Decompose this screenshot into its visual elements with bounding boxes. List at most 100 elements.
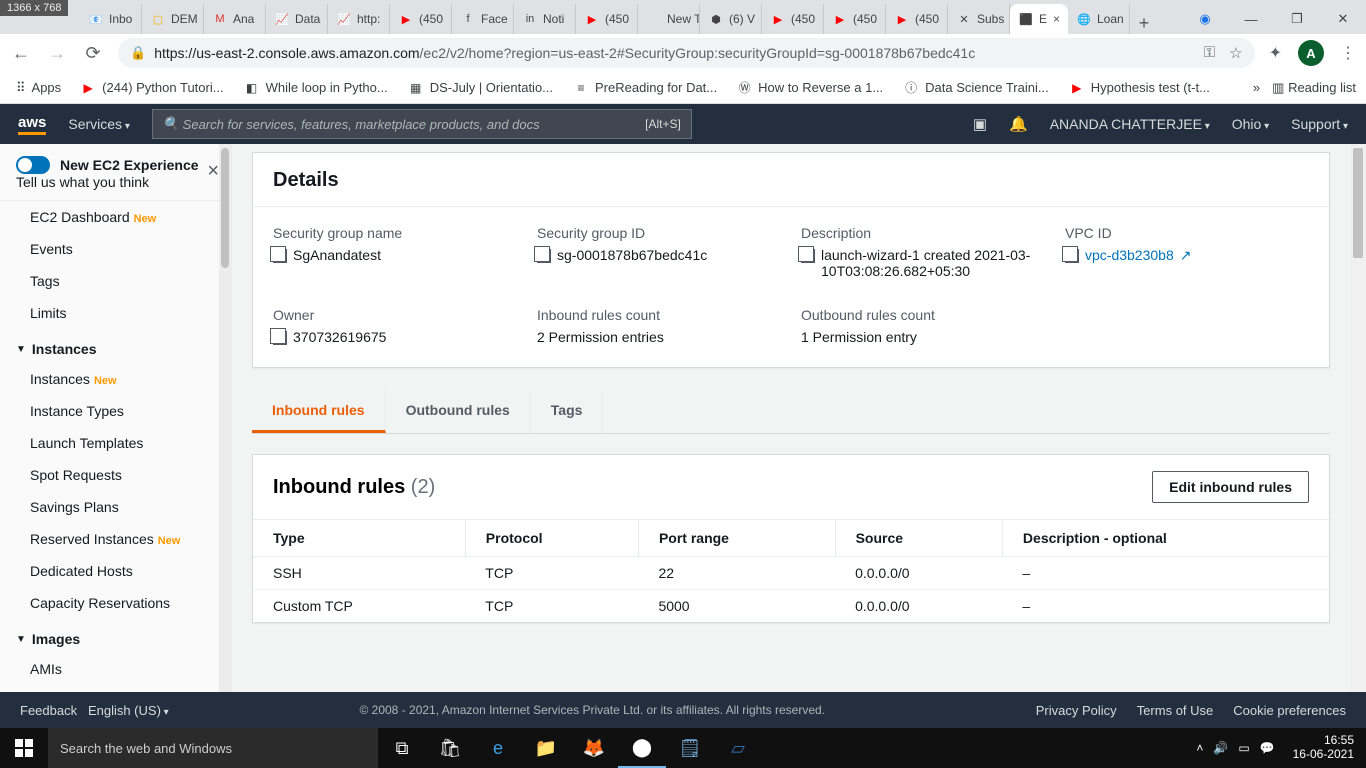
tab-close-icon[interactable]: × — [1053, 12, 1060, 26]
powershell-icon[interactable]: ▱ — [714, 728, 762, 768]
browser-tab[interactable]: ▶(450 — [390, 4, 452, 34]
sidebar-head-images[interactable]: ▼Images — [0, 619, 231, 653]
minimize-button[interactable]: — — [1228, 4, 1274, 34]
extensions-icon[interactable]: ✦ — [1269, 43, 1282, 63]
account-menu[interactable]: ANANDA CHATTERJEE — [1050, 116, 1210, 132]
browser-tab[interactable]: inNoti — [514, 4, 576, 34]
support-menu[interactable]: Support — [1291, 116, 1348, 132]
sidebar-item[interactable]: AMIs — [0, 653, 231, 685]
browser-tab[interactable]: 📈http: — [328, 4, 390, 34]
toggle-pill[interactable] — [16, 156, 50, 174]
sidebar-item[interactable]: Dedicated Hosts — [0, 555, 231, 587]
browser-tab[interactable]: 🌐Loan — [1068, 4, 1130, 34]
sidebar-item[interactable]: InstancesNew — [0, 363, 231, 395]
browser-tab[interactable]: 📈Data — [266, 4, 328, 34]
taskbar-search-input[interactable]: Search the web and Windows — [48, 728, 378, 768]
sidebar-item[interactable]: Spot Requests — [0, 459, 231, 491]
copy-icon[interactable] — [537, 249, 551, 263]
content-scrollbar[interactable] — [1350, 144, 1366, 692]
browser-tab[interactable]: ✕Subs — [948, 4, 1010, 34]
copy-icon[interactable] — [273, 249, 287, 263]
aws-search-input[interactable]: 🔍 Search for services, features, marketp… — [152, 109, 692, 139]
new-experience-toggle[interactable]: New EC2 Experience — [16, 156, 215, 174]
chrome-icon[interactable]: ⬤ — [618, 728, 666, 768]
browser-tab[interactable]: 📧Inbo — [80, 4, 142, 34]
tray-chevron-icon[interactable]: ˄ — [1196, 741, 1203, 755]
privacy-link[interactable]: Privacy Policy — [1036, 703, 1117, 718]
bookmarks-overflow[interactable]: » — [1253, 80, 1260, 95]
record-icon[interactable]: ◉ — [1182, 4, 1228, 34]
region-menu[interactable]: Ohio — [1232, 116, 1269, 132]
browser-tab[interactable]: New Tab — [638, 4, 700, 34]
tab-outbound-rules[interactable]: Outbound rules — [386, 390, 531, 433]
key-icon[interactable]: ⚿ — [1204, 44, 1215, 62]
bookmark-item[interactable]: ◧While loop in Pytho... — [237, 80, 395, 96]
table-row[interactable]: SSHTCP220.0.0.0/0– — [253, 557, 1329, 590]
close-icon[interactable]: × — [207, 160, 219, 183]
sidebar-item[interactable]: Events — [0, 233, 231, 265]
browser-tab[interactable]: ▢DEM — [142, 4, 204, 34]
table-row[interactable]: Custom TCPTCP50000.0.0.0/0– — [253, 590, 1329, 623]
bookmark-item[interactable]: ⓘData Science Traini... — [896, 80, 1056, 96]
browser-tab[interactable]: ▶(450 — [576, 4, 638, 34]
browser-tab[interactable]: ▶(450 — [824, 4, 886, 34]
feedback-link[interactable]: Feedback — [20, 703, 77, 718]
tab-tags[interactable]: Tags — [531, 390, 604, 433]
browser-tab[interactable]: MAna — [204, 4, 266, 34]
sidebar-item[interactable]: Instance Types — [0, 395, 231, 427]
browser-tab[interactable]: ⬛E× — [1010, 4, 1068, 34]
external-link-icon[interactable]: ↗ — [1180, 247, 1192, 264]
sidebar-item[interactable]: Capacity Reservations — [0, 587, 231, 619]
bookmark-item[interactable]: ▦DS-July | Orientatio... — [401, 80, 560, 96]
volume-icon[interactable]: 🔊 — [1213, 741, 1228, 755]
toggle-feedback-link[interactable]: Tell us what you think — [16, 174, 149, 190]
bookmark-item[interactable]: ⓌHow to Reverse a 1... — [730, 80, 890, 96]
omnibox[interactable]: 🔒 https://us-east-2.console.aws.amazon.c… — [118, 38, 1255, 68]
notifications-icon[interactable]: 🔔 — [1009, 115, 1028, 133]
services-menu[interactable]: Services — [68, 116, 130, 132]
back-button[interactable]: ← — [10, 43, 32, 64]
reload-button[interactable]: ⟳ — [82, 43, 104, 64]
battery-icon[interactable]: ▭ — [1238, 741, 1249, 755]
profile-avatar[interactable]: A — [1298, 40, 1324, 66]
terms-link[interactable]: Terms of Use — [1137, 703, 1214, 718]
sidebar-item[interactable]: Reserved InstancesNew — [0, 523, 231, 555]
task-view-icon[interactable]: ⧉ — [378, 728, 426, 768]
star-icon[interactable]: ☆ — [1229, 44, 1242, 62]
reading-list[interactable]: ▥ Reading list — [1272, 80, 1356, 96]
close-window-button[interactable]: ✕ — [1320, 4, 1366, 34]
sidebar-scrollbar[interactable] — [219, 144, 231, 692]
edit-inbound-rules-button[interactable]: Edit inbound rules — [1152, 471, 1309, 503]
language-menu[interactable]: English (US) — [88, 703, 169, 718]
new-tab-button[interactable]: + — [1130, 13, 1158, 34]
cookie-link[interactable]: Cookie preferences — [1233, 703, 1346, 718]
clock[interactable]: 16:55 16-06-2021 — [1285, 734, 1362, 762]
vpc-link[interactable]: vpc-d3b230b8 — [1085, 247, 1174, 263]
sidebar-item[interactable]: Limits — [0, 297, 231, 329]
maximize-button[interactable]: ❐ — [1274, 4, 1320, 34]
browser-tab[interactable]: fFace — [452, 4, 514, 34]
sidebar-item[interactable]: Launch Templates — [0, 427, 231, 459]
copy-icon[interactable] — [273, 331, 287, 345]
browser-tab[interactable]: ▶(450 — [762, 4, 824, 34]
action-center-icon[interactable]: 💬 — [1260, 741, 1275, 755]
firefox-icon[interactable]: 🦊 — [570, 728, 618, 768]
sidebar-head-instances[interactable]: ▼Instances — [0, 329, 231, 363]
copy-icon[interactable] — [801, 249, 815, 263]
browser-tab[interactable]: ▶(450 — [886, 4, 948, 34]
tab-inbound-rules[interactable]: Inbound rules — [252, 390, 386, 433]
apps-shortcut[interactable]: ⠿Apps — [10, 80, 67, 96]
start-button[interactable] — [0, 728, 48, 768]
edge-icon[interactable]: e — [474, 728, 522, 768]
sidebar-item[interactable]: Tags — [0, 265, 231, 297]
explorer-icon[interactable]: 📁 — [522, 728, 570, 768]
sidebar-item[interactable]: EC2 DashboardNew — [0, 201, 231, 233]
bookmark-item[interactable]: ≡PreReading for Dat... — [566, 80, 724, 96]
notepad-icon[interactable]: 🗒 — [666, 728, 714, 768]
chrome-menu-icon[interactable]: ⋮ — [1340, 43, 1356, 63]
browser-tab[interactable]: ⬢(6) V — [700, 4, 762, 34]
sidebar-item[interactable]: Savings Plans — [0, 491, 231, 523]
copy-icon[interactable] — [1065, 249, 1079, 263]
bookmark-item[interactable]: ▶Hypothesis test (t-t... — [1062, 80, 1217, 96]
bookmark-item[interactable]: ▶(244) Python Tutori... — [73, 80, 230, 96]
